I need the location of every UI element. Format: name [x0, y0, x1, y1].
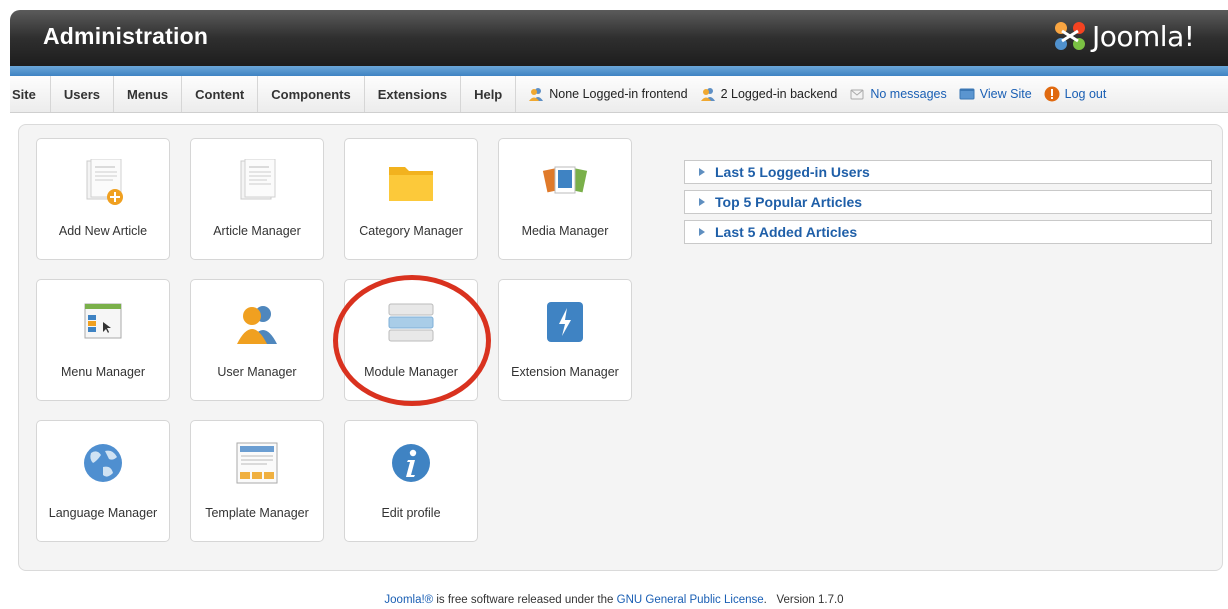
user-icon — [237, 306, 277, 344]
footer: Joomla!® is free software released under… — [0, 594, 1228, 606]
expand-triangle-icon — [699, 228, 705, 236]
users-icon — [700, 88, 715, 101]
main-menu-bar: Site Users Menus Content Components Exte… — [10, 76, 1228, 113]
header-accent-band — [10, 66, 1228, 76]
category-manager-tile[interactable]: Category Manager — [344, 138, 478, 260]
menu-icon — [84, 303, 122, 339]
logout-text: Log out — [1064, 87, 1107, 101]
edit-profile-tile[interactable]: Edit profile — [344, 420, 478, 542]
slider-title: Last 5 Added Articles — [715, 224, 858, 240]
tile-label: Extension Manager — [511, 365, 619, 379]
menu-help[interactable]: Help — [461, 76, 517, 112]
tile-label: Category Manager — [359, 224, 463, 238]
slider-logged-in-users[interactable]: Last 5 Logged-in Users — [684, 160, 1212, 184]
tile-label: Menu Manager — [60, 365, 146, 379]
menu-users[interactable]: Users — [51, 76, 114, 112]
slider-added-articles[interactable]: Last 5 Added Articles — [684, 220, 1212, 244]
joomla-link[interactable]: Joomla!® — [384, 594, 433, 606]
add-article-icon — [86, 159, 123, 205]
envelope-icon — [850, 89, 864, 100]
menu-manager-tile[interactable]: Menu Manager — [36, 279, 170, 401]
module-manager-tile[interactable]: Module Manager — [344, 279, 478, 401]
footer-period: . — [763, 594, 767, 606]
slider-title: Top 5 Popular Articles — [715, 194, 863, 210]
media-icon — [542, 166, 588, 194]
menu-content[interactable]: Content — [182, 76, 259, 112]
monitor-icon — [959, 88, 975, 100]
user-manager-tile[interactable]: User Manager — [190, 279, 324, 401]
expand-triangle-icon — [699, 198, 705, 206]
messages-text: No messages — [870, 87, 947, 101]
tile-label: Edit profile — [381, 506, 441, 520]
tile-label: Add New Article — [58, 224, 148, 238]
article-icon — [240, 159, 276, 200]
users-icon — [529, 88, 544, 101]
extension-manager-tile[interactable]: Extension Manager — [498, 279, 632, 401]
tile-label: Template Manager — [205, 506, 309, 520]
joomla-logo[interactable]: Joomla! — [1052, 16, 1195, 56]
menu-extensions[interactable]: Extensions — [365, 76, 462, 112]
template-manager-tile[interactable]: Template Manager — [190, 420, 324, 542]
footer-text: is free software released under the — [433, 594, 617, 606]
backend-status-text: 2 Logged-in backend — [720, 87, 838, 101]
joomla-logo-icon — [1055, 22, 1085, 50]
slider-popular-articles[interactable]: Top 5 Popular Articles — [684, 190, 1212, 214]
media-manager-tile[interactable]: Media Manager — [498, 138, 632, 260]
gpl-link[interactable]: GNU General Public License — [617, 594, 764, 606]
frontend-status-text: None Logged-in frontend — [549, 87, 688, 101]
add-new-article-tile[interactable]: Add New Article — [36, 138, 170, 260]
frontend-users-status: None Logged-in frontend — [528, 86, 688, 102]
logout-icon — [1044, 86, 1060, 102]
logo-text: Joomla! — [1092, 19, 1195, 53]
folder-icon — [389, 167, 433, 201]
version-text: Version 1.7.0 — [776, 594, 844, 606]
messages-link[interactable]: No messages — [849, 86, 947, 102]
menu-site[interactable]: Site — [10, 76, 51, 112]
article-manager-tile[interactable]: Article Manager — [190, 138, 324, 260]
menu-components[interactable]: Components — [258, 76, 365, 112]
template-icon — [236, 442, 278, 484]
language-manager-tile[interactable]: Language Manager — [36, 420, 170, 542]
tile-label: User Manager — [217, 365, 297, 379]
menu-menus[interactable]: Menus — [114, 76, 183, 112]
globe-icon — [84, 444, 122, 482]
view-site-link[interactable]: View Site — [959, 86, 1032, 102]
page-title: Administration — [43, 23, 209, 49]
tile-label: Module Manager — [364, 365, 458, 379]
admin-header: Administration Joomla! — [10, 10, 1228, 66]
slider-title: Last 5 Logged-in Users — [715, 164, 870, 180]
module-icon — [388, 303, 434, 342]
backend-users-status: 2 Logged-in backend — [700, 86, 838, 102]
info-icon — [392, 444, 430, 482]
expand-triangle-icon — [699, 168, 705, 176]
view-site-text: View Site — [979, 87, 1032, 101]
tile-label: Media Manager — [521, 224, 609, 238]
extension-icon — [547, 302, 583, 342]
logout-link[interactable]: Log out — [1044, 86, 1107, 102]
tile-label: Language Manager — [48, 506, 158, 520]
tile-label: Article Manager — [213, 224, 301, 238]
